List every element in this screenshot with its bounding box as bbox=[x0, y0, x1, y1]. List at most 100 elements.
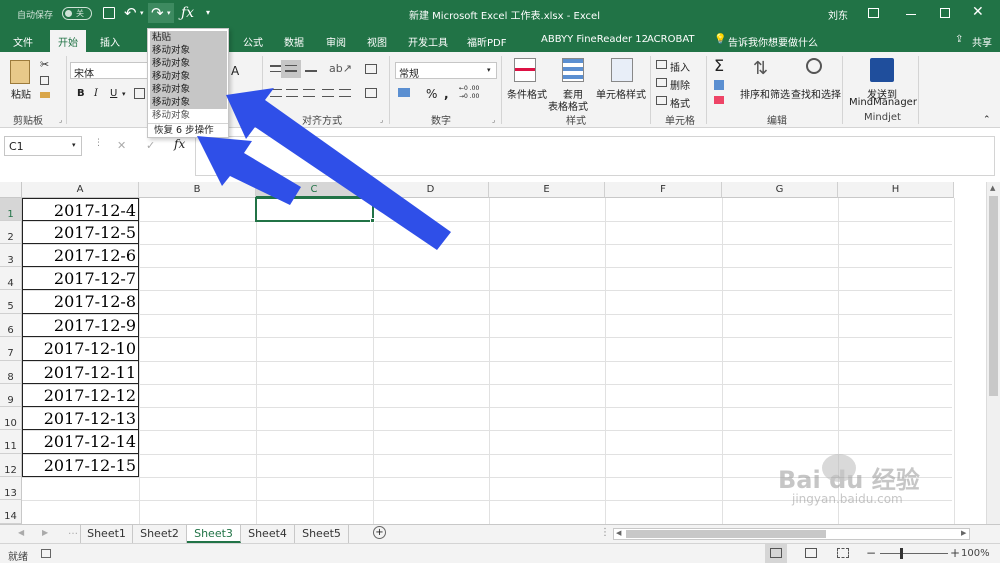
cell-a7[interactable]: 2017-12-10 bbox=[22, 337, 139, 361]
tell-me-box[interactable]: 告诉我你想要做什么 bbox=[728, 34, 818, 49]
tab-foxit-pdf[interactable]: 福昕PDF bbox=[467, 34, 506, 49]
align-left-icon[interactable] bbox=[270, 89, 282, 97]
alignment-launcher-icon[interactable]: ⌟ bbox=[380, 116, 383, 124]
mindmanager-icon[interactable] bbox=[870, 58, 894, 82]
sheet-overflow-icon[interactable]: … bbox=[68, 526, 78, 537]
row-header-7[interactable]: 7 bbox=[0, 337, 22, 361]
row-header-3[interactable]: 3 bbox=[0, 244, 22, 267]
sheet-tab-5[interactable]: Sheet5 bbox=[295, 525, 349, 543]
tab-insert[interactable]: 插入 bbox=[100, 34, 120, 49]
sheet-next-icon[interactable]: ▶ bbox=[42, 528, 48, 537]
cell-a12[interactable]: 2017-12-15 bbox=[22, 454, 139, 477]
align-right-icon[interactable] bbox=[303, 89, 315, 97]
column-header-g[interactable]: G bbox=[722, 182, 838, 198]
cell-a2[interactable]: 2017-12-5 bbox=[22, 221, 139, 244]
insert-function-icon[interactable]: fx bbox=[174, 137, 185, 151]
sheet-tab-3[interactable]: Sheet3 bbox=[187, 525, 241, 543]
copy-icon[interactable] bbox=[40, 76, 49, 85]
send-to-mindmanager-line2[interactable]: MindManager bbox=[849, 97, 917, 108]
user-name[interactable]: 刘东 bbox=[828, 7, 848, 22]
decrease-decimal-button[interactable]: →0 .00 bbox=[459, 93, 479, 100]
tab-home[interactable]: 开始 bbox=[50, 30, 86, 52]
paste-icon[interactable] bbox=[10, 60, 30, 84]
cancel-icon[interactable]: ✕ bbox=[117, 139, 126, 152]
clear-icon[interactable] bbox=[714, 96, 724, 104]
share-icon[interactable]: ⇪ bbox=[955, 34, 963, 45]
history-item-move-3[interactable]: 移动对象 bbox=[150, 70, 227, 83]
history-item-move-2[interactable]: 移动对象 bbox=[150, 57, 227, 70]
zoom-slider[interactable] bbox=[880, 553, 948, 554]
indent-decrease-icon[interactable] bbox=[322, 89, 334, 97]
history-item-move-1[interactable]: 移动对象 bbox=[150, 44, 227, 57]
save-icon[interactable] bbox=[103, 7, 115, 19]
tab-review[interactable]: 审阅 bbox=[326, 34, 346, 49]
increase-decimal-button[interactable]: ←0 .00 bbox=[459, 85, 479, 92]
autosum-button[interactable]: Σ bbox=[714, 56, 724, 75]
column-header-a[interactable]: A bbox=[22, 182, 139, 198]
sheet-tab-1[interactable]: Sheet1 bbox=[80, 525, 133, 543]
bold-button[interactable]: B bbox=[77, 88, 85, 99]
sort-filter-icon[interactable]: ⇅ bbox=[753, 58, 768, 79]
delete-cells-button[interactable]: 删除 bbox=[670, 77, 690, 92]
sheet-tab-4[interactable]: Sheet4 bbox=[241, 525, 295, 543]
insert-cells-button[interactable]: 插入 bbox=[670, 59, 690, 74]
number-format-box[interactable]: 常规 bbox=[395, 62, 497, 80]
customize-qat-icon[interactable]: ▾ bbox=[206, 8, 210, 17]
cell-a8[interactable]: 2017-12-11 bbox=[22, 361, 139, 384]
cut-icon[interactable]: ✂ bbox=[40, 58, 49, 71]
delete-cells-icon[interactable] bbox=[656, 78, 667, 87]
underline-button[interactable]: U bbox=[110, 88, 117, 99]
column-header-d[interactable]: D bbox=[373, 182, 489, 198]
tab-formulas[interactable]: 公式 bbox=[243, 34, 263, 49]
format-cells-button[interactable]: 格式 bbox=[670, 95, 690, 110]
vertical-scrollbar[interactable]: ▲ bbox=[986, 182, 1000, 524]
find-select-button[interactable]: 查找和选择 bbox=[791, 86, 841, 101]
indent-increase-icon[interactable] bbox=[339, 89, 351, 97]
select-all-corner[interactable] bbox=[0, 182, 22, 198]
format-cells-icon[interactable] bbox=[656, 96, 667, 105]
format-painter-icon[interactable] bbox=[40, 92, 50, 98]
paste-button[interactable]: 粘贴 bbox=[11, 86, 31, 101]
cell-style-icon[interactable] bbox=[611, 58, 633, 82]
cell-a1[interactable]: 2017-12-4 bbox=[22, 198, 139, 221]
column-header-f[interactable]: F bbox=[605, 182, 722, 198]
share-button[interactable]: 共享 bbox=[972, 34, 992, 49]
page-layout-icon[interactable] bbox=[805, 548, 817, 558]
sheet-prev-icon[interactable]: ◀ bbox=[18, 528, 24, 537]
column-header-h[interactable]: H bbox=[838, 182, 954, 198]
row-header-2[interactable]: 2 bbox=[0, 221, 22, 244]
comma-button[interactable]: , bbox=[444, 87, 449, 101]
row-header-13[interactable]: 13 bbox=[0, 477, 22, 500]
conditional-format-button[interactable]: 条件格式 bbox=[507, 86, 547, 101]
align-middle-icon[interactable] bbox=[285, 65, 297, 72]
accounting-icon[interactable] bbox=[398, 88, 410, 97]
history-item-paste[interactable]: 粘贴 bbox=[150, 31, 227, 44]
align-center-icon[interactable] bbox=[286, 89, 298, 97]
column-header-e[interactable]: E bbox=[489, 182, 605, 198]
row-header-5[interactable]: 5 bbox=[0, 290, 22, 314]
maximize-icon[interactable] bbox=[940, 8, 950, 18]
table-format-icon[interactable] bbox=[562, 58, 584, 82]
history-item-move-4[interactable]: 移动对象 bbox=[150, 83, 227, 96]
cell-a6[interactable]: 2017-12-9 bbox=[22, 314, 139, 337]
tab-view[interactable]: 视图 bbox=[367, 34, 387, 49]
hscroll-right-icon[interactable]: ▶ bbox=[961, 529, 966, 537]
fx-quick-icon[interactable]: ƒx bbox=[181, 5, 194, 21]
close-icon[interactable]: ✕ bbox=[972, 4, 984, 20]
row-header-6[interactable]: 6 bbox=[0, 314, 22, 337]
cell-a3[interactable]: 2017-12-6 bbox=[22, 244, 139, 267]
redo-icon[interactable]: ↷ bbox=[151, 4, 164, 22]
table-format-button-line2[interactable]: 表格格式 bbox=[548, 98, 588, 113]
zoom-in-icon[interactable]: + bbox=[950, 546, 960, 560]
number-format-dropdown-icon[interactable]: ▾ bbox=[487, 66, 491, 74]
hscroll-left-icon[interactable]: ◀ bbox=[616, 529, 621, 537]
tab-acrobat[interactable]: ACROBAT bbox=[647, 34, 695, 45]
underline-dropdown-icon[interactable]: ▾ bbox=[122, 90, 126, 98]
percent-button[interactable]: % bbox=[426, 87, 437, 101]
column-header-b[interactable]: B bbox=[139, 182, 256, 198]
number-launcher-icon[interactable]: ⌟ bbox=[492, 116, 495, 124]
align-bottom-icon[interactable] bbox=[305, 65, 317, 72]
tab-abbyy[interactable]: ABBYY FineReader 12 bbox=[541, 34, 648, 45]
row-header-10[interactable]: 10 bbox=[0, 407, 22, 430]
column-header-c[interactable]: C bbox=[256, 182, 373, 198]
